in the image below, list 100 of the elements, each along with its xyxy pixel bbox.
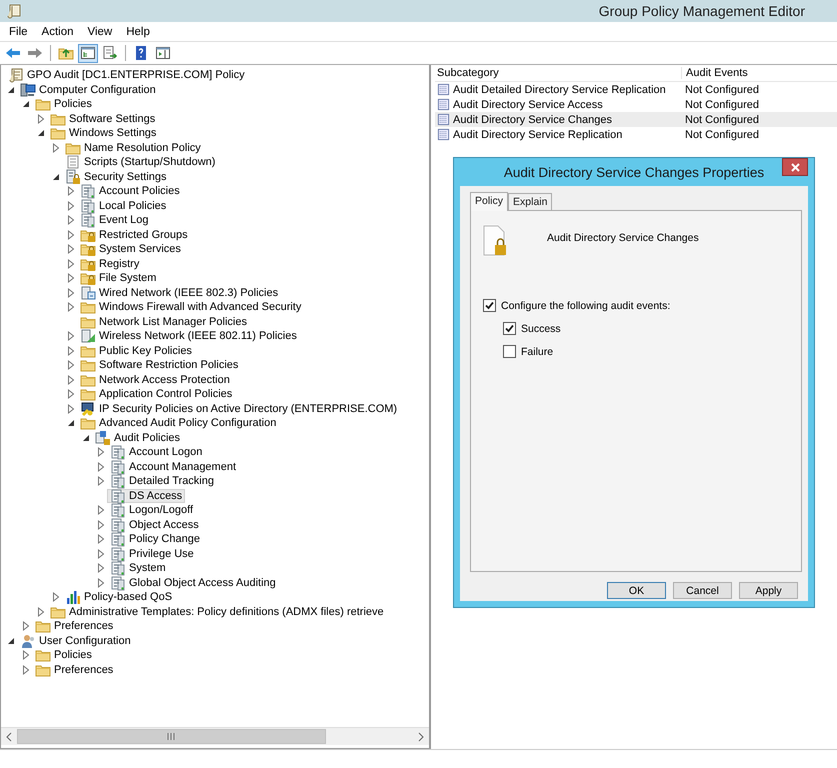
tab[interactable]: Explain — [508, 193, 552, 210]
list-row[interactable]: Audit Directory Service Replication Not Configured — [435, 127, 837, 142]
toolbar-button[interactable] — [78, 44, 98, 62]
collapsed-arrow-icon[interactable] — [95, 576, 107, 589]
collapsed-arrow-icon[interactable] — [65, 228, 77, 241]
scrollbar-thumb[interactable] — [17, 729, 326, 744]
list-row[interactable]: Audit Directory Service Changes Not Configured — [435, 112, 837, 127]
collapsed-arrow-icon[interactable] — [95, 460, 107, 473]
tree-item[interactable]: Software Settings — [47, 112, 158, 126]
tree-item[interactable]: Windows Settings — [47, 126, 160, 140]
tree-item[interactable]: Policy-based QoS — [62, 590, 176, 604]
collapsed-arrow-icon[interactable] — [20, 620, 32, 632]
collapsed-arrow-icon[interactable] — [65, 214, 77, 226]
collapsed-arrow-icon[interactable] — [65, 200, 77, 212]
tree-item[interactable]: Administrative Templates: Policy definitions (ADMX files) retrieve — [47, 604, 387, 619]
collapsed-arrow-icon[interactable] — [65, 374, 77, 386]
menu-item[interactable]: Help — [120, 24, 156, 38]
tree-item[interactable]: Wireless Network (IEEE 802.11) Policies — [77, 329, 300, 344]
tree-item[interactable]: Scripts (Startup/Shutdown) — [62, 155, 218, 170]
list-row[interactable]: Audit Directory Service Access Not Configured — [435, 97, 837, 112]
collapsed-arrow-icon[interactable] — [65, 330, 77, 342]
tree-item[interactable]: Policies — [32, 648, 95, 662]
collapsed-arrow-icon[interactable] — [95, 562, 107, 574]
tree-item[interactable]: File System — [77, 271, 160, 286]
tree-item[interactable]: Advanced Audit Policy Configuration — [77, 416, 280, 430]
tree-item[interactable]: Logon/Logoff — [107, 503, 196, 518]
server-lock-icon — [65, 168, 81, 185]
dialog-button[interactable]: Apply — [739, 582, 798, 599]
tree-item[interactable]: User Configuration — [17, 634, 134, 648]
collapsed-arrow-icon[interactable] — [95, 548, 107, 560]
tree-item[interactable]: Public Key Policies — [77, 344, 195, 358]
collapsed-arrow-icon[interactable] — [35, 112, 47, 125]
tree-item[interactable]: IP Security Policies on Active Directory (ENTERPRISE.COM) — [77, 402, 400, 416]
tree-item[interactable]: Account Management — [107, 460, 240, 474]
tree-item[interactable]: Global Object Access Auditing — [107, 576, 279, 590]
tree-item[interactable]: Object Access — [107, 518, 202, 532]
collapsed-arrow-icon[interactable] — [65, 286, 77, 299]
tree-item[interactable]: Privilege Use — [107, 546, 197, 561]
tree-item[interactable]: GPO Audit [DC1.ENTERPRISE.COM] Policy — [5, 68, 248, 82]
dialog-button[interactable]: Cancel — [673, 582, 732, 599]
collapsed-arrow-icon[interactable] — [95, 446, 107, 458]
collapsed-arrow-icon[interactable] — [95, 504, 107, 516]
collapsed-arrow-icon[interactable] — [50, 142, 62, 154]
menu-item[interactable]: View — [82, 24, 118, 38]
list-row[interactable]: Audit Detailed Directory Service Replication Not Configured — [435, 82, 837, 97]
tree-item[interactable]: Policies — [32, 97, 95, 112]
close-button[interactable] — [782, 158, 808, 176]
tree-item[interactable]: Audit Policies — [92, 430, 184, 445]
collapsed-arrow-icon[interactable] — [65, 243, 77, 256]
collapsed-arrow-icon[interactable] — [50, 591, 62, 604]
column-header[interactable]: Subcategory — [435, 67, 682, 79]
collapsed-arrow-icon[interactable] — [95, 518, 107, 531]
tree-item[interactable]: Registry — [77, 256, 142, 271]
checkbox[interactable] — [483, 299, 496, 312]
checkbox[interactable] — [503, 345, 516, 358]
locked-document-icon — [483, 225, 509, 257]
column-header[interactable]: Audit Events — [682, 67, 826, 79]
collapsed-arrow-icon[interactable] — [35, 606, 47, 618]
tree-item[interactable]: Account Logon — [107, 445, 206, 460]
dialog-button[interactable]: OK — [607, 582, 666, 599]
collapsed-arrow-icon[interactable] — [20, 649, 32, 662]
collapsed-arrow-icon[interactable] — [95, 475, 107, 488]
collapsed-arrow-icon[interactable] — [65, 258, 77, 270]
collapsed-arrow-icon[interactable] — [65, 185, 77, 198]
tree-item[interactable]: Detailed Tracking — [107, 474, 217, 488]
tree-item[interactable]: Network List Manager Policies — [77, 314, 250, 329]
tree-item[interactable]: Security Settings — [62, 170, 170, 184]
tree-item[interactable]: Preferences — [32, 662, 116, 677]
tree-item[interactable]: Windows Firewall with Advanced Security — [77, 300, 304, 314]
tab[interactable]: Policy — [470, 192, 508, 211]
audit-events: Not Configured — [684, 98, 760, 110]
server-icon — [110, 488, 126, 504]
tree-item[interactable]: Application Control Policies — [77, 387, 236, 402]
collapsed-arrow-icon[interactable] — [65, 402, 77, 415]
tree-item[interactable]: Software Restriction Policies — [77, 358, 242, 372]
tree-item[interactable]: System — [107, 561, 169, 576]
menu-item[interactable]: Action — [36, 24, 80, 38]
tree-item[interactable]: Computer Configuration — [17, 82, 159, 97]
tree-item[interactable]: Network Access Protection — [77, 372, 233, 387]
collapsed-arrow-icon[interactable] — [65, 301, 77, 314]
menu-item[interactable]: File — [3, 24, 34, 38]
tree-item[interactable]: Policy Change — [107, 532, 203, 546]
collapsed-arrow-icon[interactable] — [20, 664, 32, 676]
tree-item[interactable]: System Services — [77, 242, 184, 256]
collapsed-arrow-icon[interactable] — [65, 359, 77, 372]
tree-item[interactable]: Name Resolution Policy — [62, 140, 204, 155]
tree-item[interactable]: DS Access — [107, 488, 186, 503]
tree-item[interactable]: Account Policies — [77, 184, 183, 198]
collapsed-arrow-icon[interactable] — [65, 388, 77, 400]
tree-item[interactable]: Wired Network (IEEE 802.3) Policies — [77, 286, 282, 300]
tree-item[interactable]: Event Log — [77, 213, 152, 228]
collapsed-arrow-icon[interactable] — [65, 272, 77, 284]
tree-item[interactable]: Local Policies — [77, 198, 170, 213]
policy-icon — [437, 113, 450, 126]
collapsed-arrow-icon[interactable] — [95, 533, 107, 546]
checkbox[interactable] — [503, 322, 516, 335]
collapsed-arrow-icon[interactable] — [65, 344, 77, 357]
tree-item[interactable]: Preferences — [32, 619, 116, 634]
tree-item[interactable]: Restricted Groups — [77, 228, 191, 242]
server-icon — [80, 183, 96, 200]
